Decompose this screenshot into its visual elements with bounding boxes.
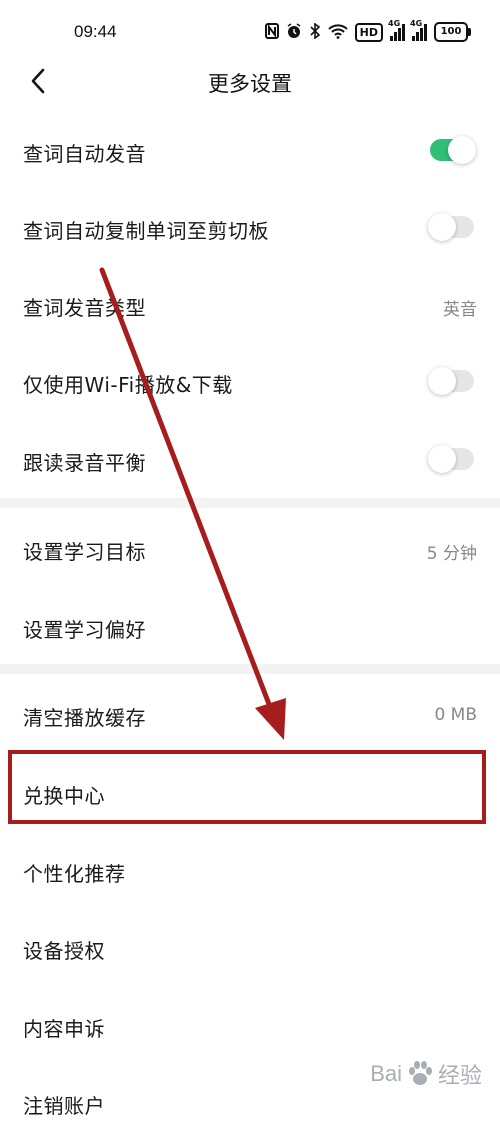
- setting-label: 清空播放缓存: [23, 706, 146, 730]
- setting-auto-pronounce[interactable]: 查词自动发音: [0, 122, 500, 182]
- setting-study-pref[interactable]: 设置学习偏好: [0, 598, 500, 658]
- signal-4g-icon: 4G: [388, 19, 405, 41]
- setting-label: 查词自动复制单词至剪切板: [23, 219, 269, 243]
- wifi-only-toggle[interactable]: [428, 367, 474, 395]
- setting-label: 设置学习偏好: [23, 618, 146, 642]
- toggle-knob: [428, 367, 456, 395]
- setting-clear-cache[interactable]: 清空播放缓存 0 MB: [0, 686, 500, 746]
- highlight-box: [8, 750, 486, 824]
- alarm-icon: [286, 22, 302, 42]
- hd-icon: HD: [354, 22, 383, 42]
- top-bar: 更多设置: [0, 62, 500, 102]
- setting-label: 设备授权: [23, 939, 105, 963]
- section-divider: [0, 498, 500, 508]
- setting-content-appeal[interactable]: 内容申诉: [0, 997, 500, 1057]
- setting-label: 仅使用Wi-Fi播放&下载: [23, 373, 233, 397]
- setting-label: 内容申诉: [23, 1017, 105, 1041]
- read-balance-toggle[interactable]: [428, 445, 474, 473]
- section-divider: [0, 664, 500, 674]
- toggle-knob: [428, 213, 456, 241]
- setting-label: 查词发音类型: [23, 296, 146, 320]
- battery-icon: 100: [434, 22, 471, 42]
- status-time: 09:44: [74, 22, 117, 41]
- auto-pronounce-toggle[interactable]: [430, 136, 476, 164]
- toggle-knob: [448, 136, 476, 164]
- auto-copy-toggle[interactable]: [428, 213, 474, 241]
- setting-auto-copy[interactable]: 查词自动复制单词至剪切板: [0, 199, 500, 259]
- setting-label: 查词自动发音: [23, 142, 146, 166]
- nfc-icon: [264, 22, 279, 42]
- page-title: 更多设置: [208, 72, 292, 96]
- paw-icon: [408, 1061, 432, 1085]
- setting-label: 注销账户: [23, 1094, 105, 1118]
- setting-personalized[interactable]: 个性化推荐: [0, 842, 500, 902]
- bluetooth-icon: [309, 21, 321, 42]
- watermark-text-2: 经验: [437, 1063, 482, 1088]
- baidu-watermark: Bai 经验: [370, 1058, 482, 1090]
- setting-read-balance[interactable]: 跟读录音平衡: [0, 431, 500, 491]
- setting-label: 个性化推荐: [23, 862, 126, 886]
- setting-study-goal[interactable]: 设置学习目标 5 分钟: [0, 520, 500, 580]
- setting-device-auth[interactable]: 设备授权: [0, 919, 500, 979]
- wifi-icon: [327, 23, 348, 42]
- status-bar: 09:44 HD 4G 4G 100: [0, 0, 500, 62]
- setting-wifi-only[interactable]: 仅使用Wi-Fi播放&下载: [0, 353, 500, 413]
- setting-pronounce-type[interactable]: 查词发音类型 英音: [0, 276, 500, 336]
- watermark-text: Bai: [370, 1061, 402, 1086]
- setting-value: 英音: [443, 300, 477, 320]
- setting-value: 0 MB: [434, 705, 477, 725]
- signal-4g-icon: 4G: [410, 19, 427, 41]
- status-icons: HD 4G 4G 100: [264, 19, 471, 44]
- setting-label: 设置学习目标: [23, 540, 146, 564]
- toggle-knob: [428, 445, 456, 473]
- setting-label: 跟读录音平衡: [23, 451, 146, 475]
- setting-value: 5 分钟: [426, 544, 477, 564]
